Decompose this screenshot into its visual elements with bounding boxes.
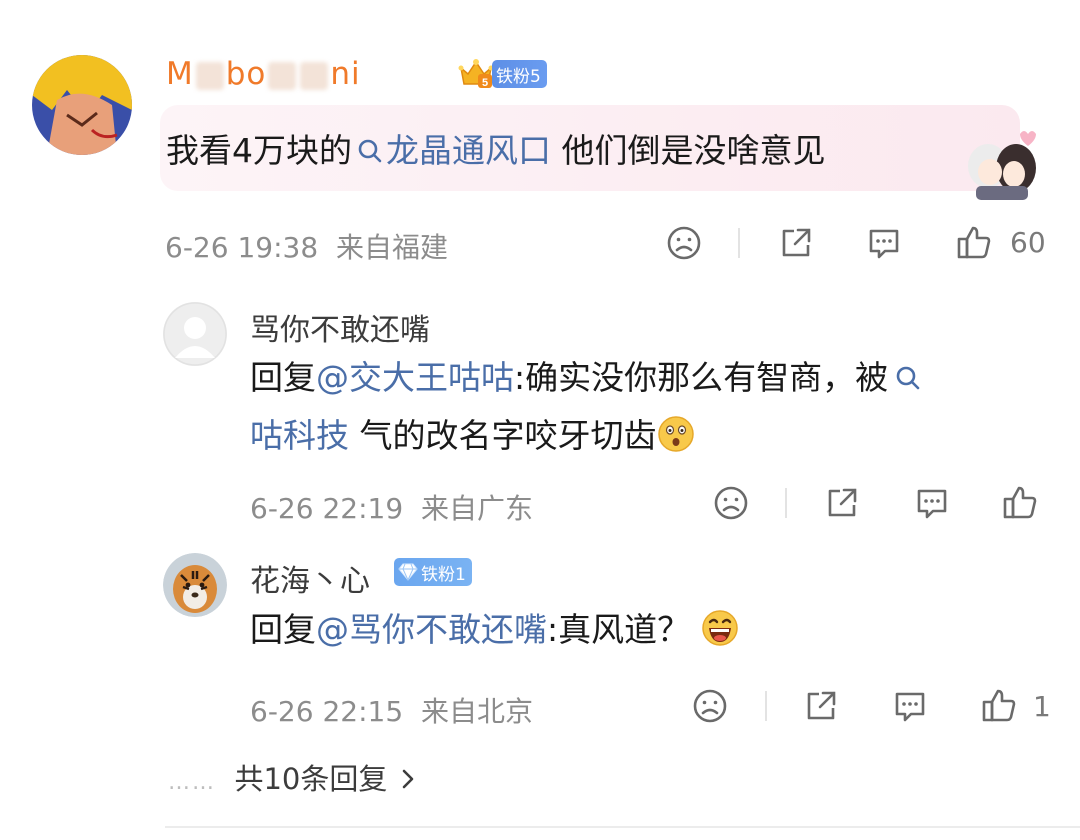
bottom-divider <box>165 826 1080 828</box>
username[interactable]: Mbo ni <box>166 56 361 92</box>
like-icon <box>1003 486 1037 519</box>
avatar[interactable] <box>163 553 227 617</box>
sad-face-icon <box>693 689 727 723</box>
comment-button[interactable] <box>862 221 906 265</box>
avatar[interactable] <box>32 55 132 155</box>
fan-badge[interactable]: 铁粉5 <box>492 60 547 88</box>
like-count: 60 <box>1010 226 1046 259</box>
dislike-button[interactable] <box>688 684 732 728</box>
like-button[interactable] <box>977 683 1021 727</box>
reply-text: 回复@交大王咕咕:确实没你那么有智商，被 咕科技 气的改名字咬牙切齿 <box>250 349 1050 465</box>
topic-link[interactable]: 咕科技 <box>250 416 349 455</box>
share-icon <box>807 691 836 720</box>
avatar[interactable] <box>163 302 227 366</box>
share-button[interactable] <box>774 221 818 265</box>
comment-button[interactable] <box>910 481 954 525</box>
share-button[interactable] <box>799 684 843 728</box>
reply-username[interactable]: 骂你不敢还嘴 <box>250 305 430 349</box>
dots-icon: …… <box>168 770 216 795</box>
laughing-emoji-icon <box>701 607 739 646</box>
diamond-icon <box>398 563 418 581</box>
reply-meta: 6-26 22:15 来自北京 <box>250 695 533 728</box>
dislike-button[interactable] <box>709 481 753 525</box>
divider <box>738 228 740 258</box>
blurred-text <box>268 61 297 90</box>
comment-meta: 6-26 19:38 来自福建 <box>165 231 448 264</box>
like-button[interactable] <box>998 480 1042 524</box>
comment-icon <box>869 229 899 259</box>
like-count: 1 <box>1033 690 1051 723</box>
like-icon <box>957 226 991 259</box>
blurred-text <box>300 61 329 90</box>
divider <box>765 691 767 721</box>
topic-link[interactable]: 龙晶通风口 <box>352 131 551 170</box>
share-icon <box>828 488 857 517</box>
comment-icon <box>895 692 925 722</box>
comment-button[interactable] <box>888 684 932 728</box>
like-icon <box>982 689 1016 722</box>
mention-link[interactable]: @交大王咕咕 <box>316 358 514 397</box>
reply-text: 回复@骂你不敢还嘴:真风道？ <box>250 601 739 659</box>
dislike-button[interactable] <box>662 221 706 265</box>
blurred-text <box>195 61 224 90</box>
share-button[interactable] <box>820 481 864 525</box>
sad-face-icon <box>667 226 701 260</box>
more-replies-link[interactable]: …… 共10条回复 <box>168 756 419 798</box>
mention-link[interactable]: @骂你不敢还嘴 <box>316 610 547 649</box>
reply-meta: 6-26 22:19 来自广东 <box>250 492 533 525</box>
share-icon <box>782 228 811 257</box>
chevron-right-icon <box>402 769 413 789</box>
crown-level: 5 <box>482 77 488 89</box>
comment-text: 我看4万块的 龙晶通风口 他们倒是没啥意见 <box>166 131 826 170</box>
reply-username[interactable]: 花海丶心 <box>250 556 370 600</box>
anime-sticker-icon <box>962 128 1042 200</box>
surprised-emoji-icon <box>657 413 695 452</box>
search-icon <box>896 366 920 390</box>
sad-face-icon <box>714 486 748 520</box>
fan-badge[interactable]: 铁粉1 <box>394 558 472 586</box>
comment-icon <box>917 489 947 519</box>
like-button[interactable] <box>952 220 996 264</box>
divider <box>785 488 787 518</box>
crown-icon: 5 <box>458 58 494 90</box>
search-icon <box>358 139 382 163</box>
